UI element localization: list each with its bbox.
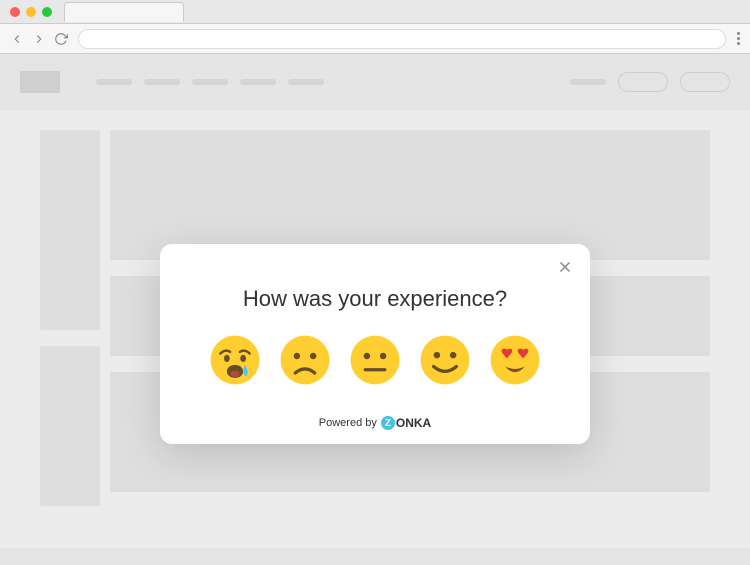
- powered-by: Powered by ZONKA: [188, 416, 562, 430]
- minimize-window-button[interactable]: [26, 7, 36, 17]
- nav-item-placeholder: [144, 79, 180, 85]
- nav-item-placeholder: [192, 79, 228, 85]
- nav-item-placeholder: [288, 79, 324, 85]
- address-bar[interactable]: [78, 29, 726, 49]
- site-header: [0, 54, 750, 110]
- nav-item-placeholder: [96, 79, 132, 85]
- powered-by-label: Powered by: [319, 417, 377, 429]
- rating-neutral[interactable]: [349, 334, 401, 386]
- sidebar-block-placeholder: [40, 130, 100, 330]
- rating-love[interactable]: [489, 334, 541, 386]
- browser-menu-icon[interactable]: [736, 32, 740, 45]
- rating-options: [188, 334, 562, 386]
- zonka-logo-icon: Z: [381, 416, 395, 430]
- rating-unhappy[interactable]: [279, 334, 331, 386]
- window-controls: [10, 7, 52, 17]
- reload-icon[interactable]: [54, 32, 68, 46]
- zonka-logo[interactable]: ZONKA: [381, 416, 431, 430]
- forward-icon[interactable]: [32, 32, 46, 46]
- sidebar-block-placeholder: [40, 346, 100, 506]
- button-placeholder: [680, 72, 730, 92]
- browser-tab[interactable]: [64, 2, 184, 22]
- close-icon[interactable]: [556, 258, 574, 276]
- survey-question: How was your experience?: [188, 286, 562, 312]
- button-placeholder: [618, 72, 668, 92]
- maximize-window-button[interactable]: [42, 7, 52, 17]
- zonka-logo-text: ONKA: [396, 416, 431, 430]
- content-block-placeholder: [110, 130, 710, 260]
- close-window-button[interactable]: [10, 7, 20, 17]
- back-icon[interactable]: [10, 32, 24, 46]
- survey-modal: How was your experience?: [160, 244, 590, 444]
- nav-item-placeholder: [570, 79, 606, 85]
- rating-happy[interactable]: [419, 334, 471, 386]
- browser-titlebar: [0, 0, 750, 24]
- page-body: How was your experience?: [0, 54, 750, 565]
- browser-toolbar: [0, 24, 750, 54]
- nav-item-placeholder: [240, 79, 276, 85]
- logo-placeholder: [20, 71, 60, 93]
- rating-very-unhappy[interactable]: [209, 334, 261, 386]
